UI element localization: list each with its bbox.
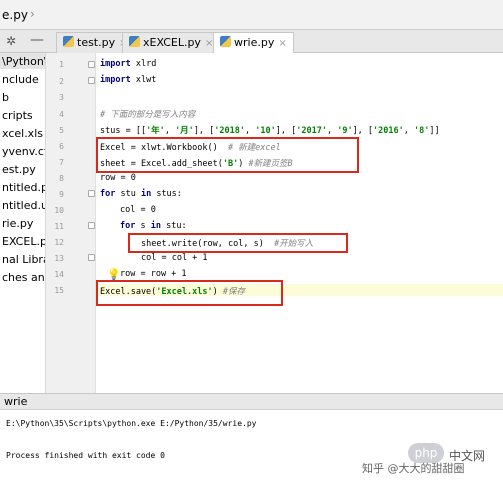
code-line-11: for s in stu:	[120, 221, 187, 231]
tree-item[interactable]: \Python\	[2, 55, 45, 68]
tree-item[interactable]: nclude	[2, 73, 39, 86]
tree-item[interactable]: EXCEL.py	[2, 235, 45, 248]
tree-item[interactable]: b	[2, 91, 9, 104]
breadcrumb: e.py ›	[0, 0, 503, 30]
tree-item[interactable]: est.py	[2, 163, 36, 176]
code-line-2: import xlwt	[100, 75, 157, 85]
close-icon[interactable]: ×	[278, 38, 286, 49]
fold-marker-icon[interactable]	[88, 222, 95, 229]
annotation-box	[96, 137, 359, 173]
chevron-right-icon: ›	[30, 7, 35, 21]
code-line-1: import xlrd	[100, 59, 157, 69]
tree-item[interactable]: yvenv.cfg	[2, 145, 45, 158]
tree-item[interactable]: ntitled.py	[2, 181, 45, 194]
line-number: 8	[59, 174, 64, 183]
fold-marker-icon[interactable]	[88, 190, 95, 197]
tree-item[interactable]: xcel.xls	[2, 127, 43, 140]
line-number-gutter: 1 2 3 4 5 6 7 8 9 10 11 12 13 14 15	[46, 53, 96, 393]
line-number: 1	[59, 60, 64, 69]
tree-item[interactable]: ntitled.ui	[2, 199, 45, 212]
zhihu-watermark: 知乎 @大大的甜甜圈	[362, 462, 465, 475]
tree-item[interactable]: ches and	[2, 271, 45, 284]
tab-label: wrie.py	[234, 36, 275, 49]
code-editor[interactable]: import xlrd import xlwt # 下面的部分是写入内容 stu…	[96, 53, 503, 393]
code-line-10: col = 0	[120, 205, 156, 215]
tab-wrie-py[interactable]: wrie.py ×	[213, 32, 294, 54]
code-line-9: for stu in stus:	[100, 189, 182, 199]
tree-item[interactable]: nal Libra	[2, 253, 45, 266]
editor-tabbar: ✲ — test.py × xEXCEL.py× wrie.py×	[0, 30, 503, 54]
line-number: 14	[54, 270, 64, 279]
line-number: 10	[54, 206, 64, 215]
line-number: 5	[59, 126, 64, 135]
tab-label: test.py	[77, 36, 116, 49]
python-file-icon	[63, 36, 74, 47]
line-number: 12	[54, 238, 64, 247]
collapse-icon[interactable]: —	[30, 32, 44, 48]
line-number: 11	[54, 222, 64, 231]
tab-xexcel-py[interactable]: xEXCEL.py ×	[122, 32, 221, 53]
code-line-14: row = row + 1	[120, 269, 187, 279]
python-file-icon	[220, 36, 231, 47]
line-number: 6	[59, 142, 64, 151]
line-number: 2	[59, 77, 64, 86]
fold-marker-icon[interactable]	[88, 61, 95, 68]
code-line-13: col = col + 1	[141, 253, 208, 263]
code-line-8: row = 0	[100, 173, 136, 183]
line-number: 7	[59, 158, 64, 167]
breadcrumb-file[interactable]: e.py	[2, 8, 28, 22]
fold-marker-icon[interactable]	[88, 77, 95, 84]
line-number: 4	[59, 110, 64, 119]
python-file-icon	[129, 36, 140, 47]
fold-marker-icon[interactable]	[88, 254, 95, 261]
tree-item[interactable]: cripts	[2, 109, 33, 122]
project-tree: \Python\ nclude b cripts xcel.xls yvenv.…	[0, 53, 46, 393]
line-number: 15	[54, 286, 64, 295]
code-line-4: # 下面的部分是写入内容	[100, 110, 196, 120]
tree-item[interactable]: rie.py	[2, 217, 33, 230]
code-line-5: stus = [['年', '月'], ['2018', '10'], ['20…	[100, 126, 440, 136]
run-command-output: E:\Python\35\Scripts\python.exe E:/Pytho…	[6, 419, 257, 428]
annotation-box	[96, 280, 283, 306]
run-panel-header: wrie	[0, 394, 503, 410]
line-number: 13	[54, 254, 64, 263]
gear-icon[interactable]: ✲	[6, 34, 16, 48]
run-tab[interactable]: wrie	[4, 395, 27, 408]
line-number: 9	[59, 190, 64, 199]
line-number: 3	[59, 93, 64, 102]
annotation-box	[128, 233, 348, 253]
tab-label: xEXCEL.py	[143, 36, 201, 49]
run-exit-output: Process finished with exit code 0	[6, 451, 165, 460]
